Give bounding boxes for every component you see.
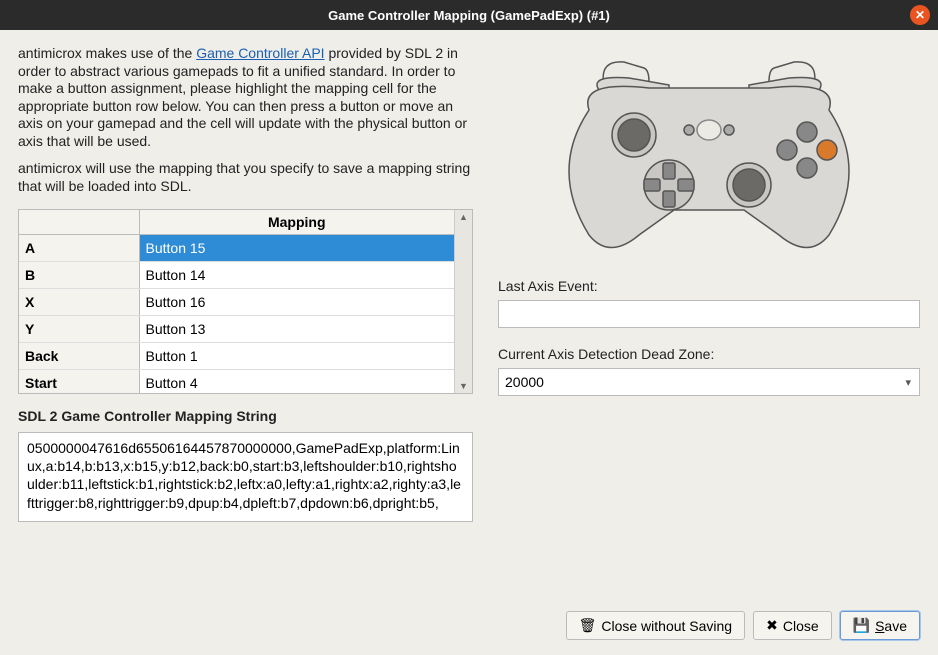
deadzone-combobox[interactable]: 20000 — [498, 368, 920, 396]
mapping-string-label: SDL 2 Game Controller Mapping String — [18, 408, 473, 424]
titlebar: Game Controller Mapping (GamePadExp) (#1… — [0, 0, 938, 30]
mapping-cell[interactable]: Button 4 — [139, 370, 454, 394]
close-button[interactable]: ✖ Close — [753, 611, 832, 640]
intro-paragraph-1: antimicrox makes use of the Game Control… — [18, 45, 473, 150]
save-button[interactable]: 💾 Save — [840, 611, 920, 640]
intro-paragraph-2: antimicrox will use the mapping that you… — [18, 160, 473, 195]
mapping-table[interactable]: Mapping AButton 15BButton 14XButton 16YB… — [19, 210, 454, 393]
mapping-cell[interactable]: Button 13 — [139, 316, 454, 343]
table-row[interactable]: XButton 16 — [19, 289, 454, 316]
row-header: X — [19, 289, 139, 316]
mapping-cell[interactable]: Button 14 — [139, 262, 454, 289]
save-icon: 💾 — [853, 617, 870, 634]
table-row[interactable]: StartButton 4 — [19, 370, 454, 394]
mapping-cell[interactable]: Button 16 — [139, 289, 454, 316]
main-content: antimicrox makes use of the Game Control… — [18, 45, 920, 522]
close-without-saving-button[interactable]: 🗑 Close without Saving — [566, 611, 746, 640]
x-icon: ✖ — [766, 617, 778, 634]
row-header: Back — [19, 343, 139, 370]
last-axis-event-label: Last Axis Event: — [498, 278, 920, 294]
window-close-button[interactable]: ✕ — [910, 5, 930, 25]
row-header: Y — [19, 316, 139, 343]
last-axis-event-input[interactable] — [498, 300, 920, 328]
table-header-blank — [19, 210, 139, 235]
trash-icon: 🗑 — [579, 617, 597, 634]
mapping-cell[interactable]: Button 15 — [139, 235, 454, 262]
mapping-string-textarea[interactable] — [18, 432, 473, 522]
close-icon: ✕ — [915, 8, 925, 22]
table-header-mapping: Mapping — [139, 210, 454, 235]
right-column: Last Axis Event: Current Axis Detection … — [498, 45, 920, 522]
mapping-table-container: Mapping AButton 15BButton 14XButton 16YB… — [18, 209, 473, 394]
row-header: B — [19, 262, 139, 289]
window-body: antimicrox makes use of the Game Control… — [0, 30, 938, 655]
deadzone-value: 20000 — [505, 374, 544, 390]
table-row[interactable]: YButton 13 — [19, 316, 454, 343]
game-controller-api-link[interactable]: Game Controller API — [196, 45, 324, 61]
button-bar: 🗑 Close without Saving ✖ Close 💾 Save — [18, 601, 920, 640]
table-scrollbar[interactable] — [454, 210, 472, 393]
gamepad-diagram — [529, 50, 889, 260]
left-column: antimicrox makes use of the Game Control… — [18, 45, 473, 522]
table-row[interactable]: BackButton 1 — [19, 343, 454, 370]
deadzone-label: Current Axis Detection Dead Zone: — [498, 346, 920, 362]
row-header: Start — [19, 370, 139, 394]
table-row[interactable]: BButton 14 — [19, 262, 454, 289]
window-title: Game Controller Mapping (GamePadExp) (#1… — [328, 8, 610, 23]
table-row[interactable]: AButton 15 — [19, 235, 454, 262]
row-header: A — [19, 235, 139, 262]
mapping-cell[interactable]: Button 1 — [139, 343, 454, 370]
